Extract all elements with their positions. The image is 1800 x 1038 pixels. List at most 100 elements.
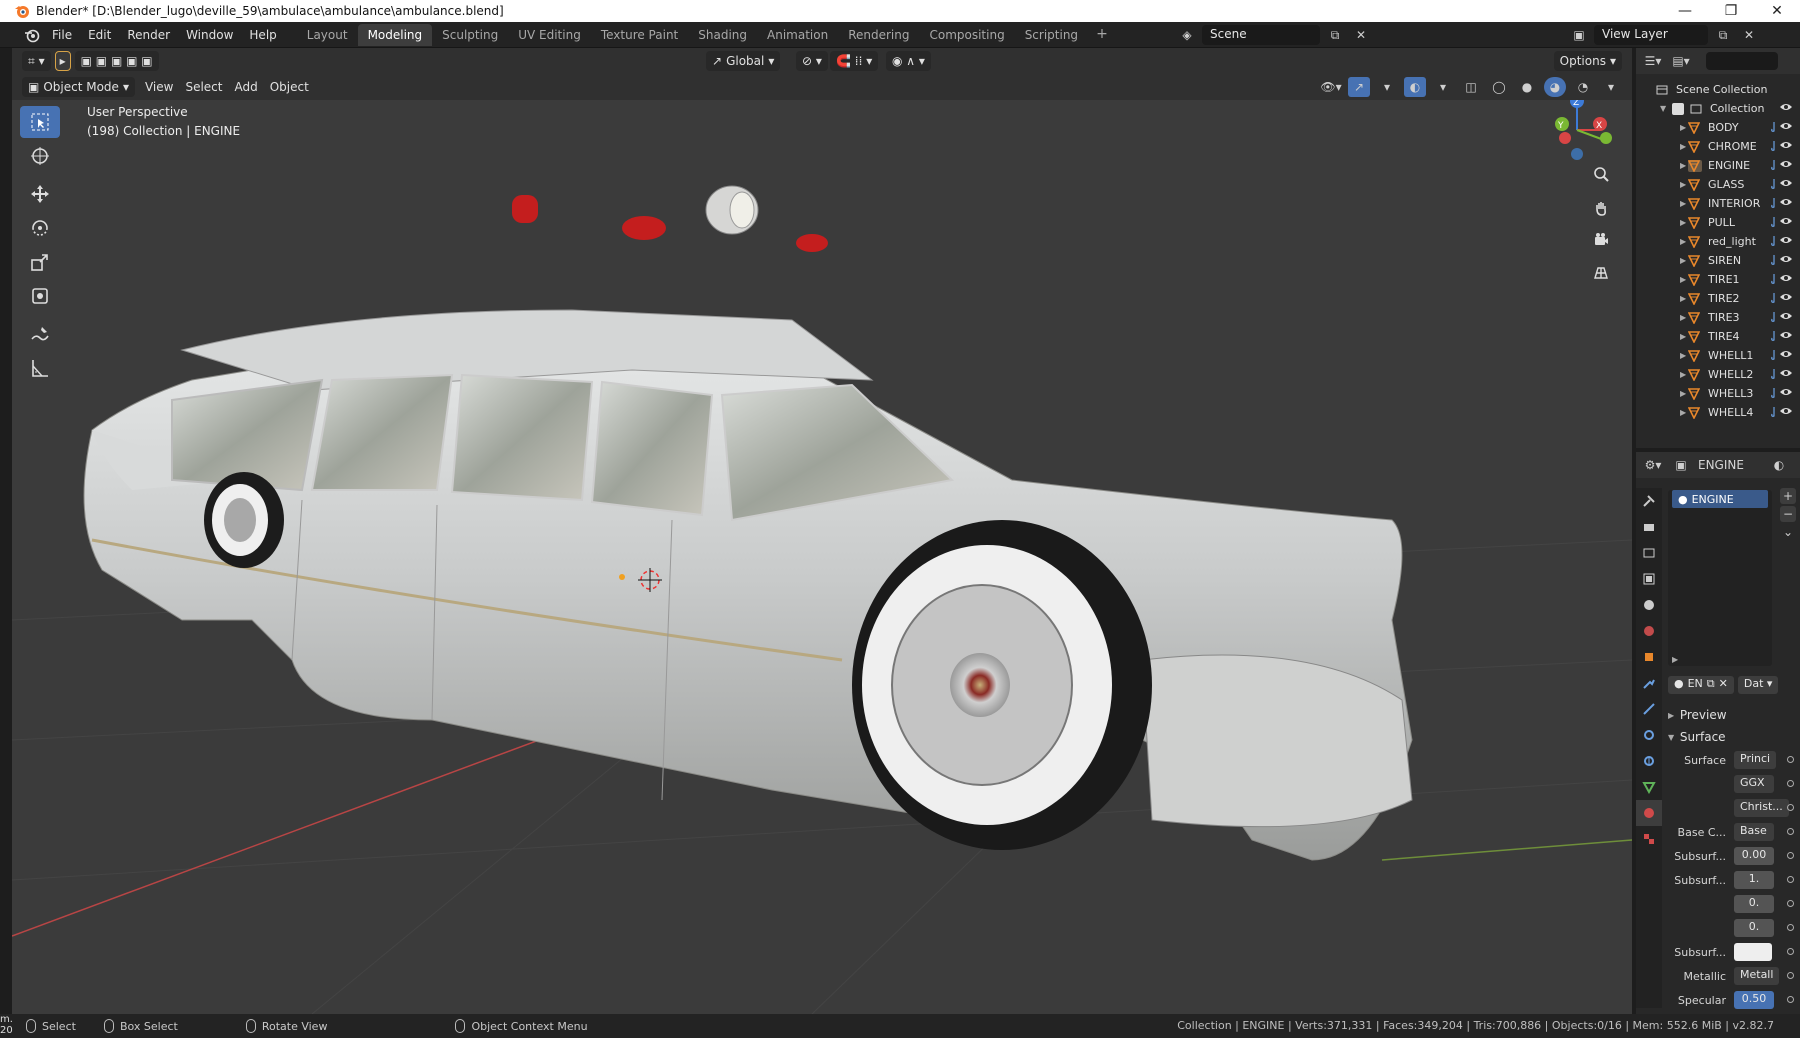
shading-dropdown-icon[interactable]: ▾ <box>1600 77 1622 97</box>
tree-object-whell3[interactable]: ▶ WHELL3 <box>1636 384 1800 403</box>
expand-triangle-icon[interactable]: ▼ <box>1660 104 1668 113</box>
property-value[interactable]: 0. <box>1734 895 1774 913</box>
eye-icon[interactable] <box>1780 273 1792 286</box>
tab-compositing[interactable]: Compositing <box>919 24 1014 46</box>
modifier-tab-icon[interactable] <box>1636 670 1662 696</box>
add-workspace-button[interactable]: + <box>1088 22 1116 46</box>
eye-icon[interactable] <box>1780 330 1792 343</box>
editor-type-button[interactable]: ⌗ ▾ <box>22 51 51 71</box>
tab-sculpting[interactable]: Sculpting <box>432 24 508 46</box>
object-mode-dropdown[interactable]: ▣ Object Mode ▾ <box>22 77 135 97</box>
menu-window[interactable]: Window <box>178 25 241 45</box>
snap-icon[interactable]: 🧲 ⁞⁞ ▾ <box>830 51 879 71</box>
remove-slot-button[interactable]: − <box>1780 506 1796 522</box>
collapsed-triangle-icon[interactable]: ▶ <box>1680 389 1688 398</box>
collapsed-triangle-icon[interactable]: ▶ <box>1680 180 1688 189</box>
eye-icon[interactable] <box>1780 349 1792 362</box>
socket-icon[interactable] <box>1787 852 1794 859</box>
collapsed-triangle-icon[interactable]: ▶ <box>1680 313 1688 322</box>
eye-icon[interactable] <box>1780 254 1792 267</box>
socket-icon[interactable] <box>1787 804 1794 811</box>
physics-tab-icon[interactable] <box>1636 722 1662 748</box>
socket-icon[interactable] <box>1787 900 1794 907</box>
data-tab-icon[interactable] <box>1636 774 1662 800</box>
eye-icon[interactable] <box>1780 159 1792 172</box>
view-layer-icon[interactable]: ▣ <box>1568 25 1590 45</box>
slot-specials-icon[interactable]: ⌄ <box>1780 524 1796 540</box>
minimize-button[interactable]: — <box>1662 0 1708 22</box>
tree-object-siren[interactable]: ▶ SIREN <box>1636 251 1800 270</box>
material-selector[interactable]: ● EN ⧉ ✕ <box>1668 676 1734 694</box>
visibility-icon[interactable]: 👁▾ <box>1320 77 1342 97</box>
property-value[interactable]: Christ... <box>1734 799 1789 817</box>
tab-scripting[interactable]: Scripting <box>1015 24 1088 46</box>
tab-layout[interactable]: Layout <box>297 24 358 46</box>
menu-object[interactable]: Object <box>264 78 315 96</box>
menu-edit[interactable]: Edit <box>80 25 119 45</box>
eye-icon[interactable] <box>1780 292 1792 305</box>
socket-icon[interactable] <box>1787 876 1794 883</box>
tree-object-interior[interactable]: ▶ INTERIOR <box>1636 194 1800 213</box>
collapsed-triangle-icon[interactable]: ▶ <box>1680 237 1688 246</box>
duplicate-material-icon[interactable]: ⧉ <box>1707 677 1715 693</box>
new-scene-icon[interactable]: ⧉ <box>1324 25 1346 45</box>
properties-editor-icon[interactable]: ⚙▾ <box>1642 455 1664 475</box>
collapsed-triangle-icon[interactable]: ▶ <box>1680 142 1688 151</box>
tree-object-whell2[interactable]: ▶ WHELL2 <box>1636 365 1800 384</box>
move-tool-icon[interactable] <box>20 178 60 210</box>
tool-tab-icon[interactable] <box>1636 488 1662 514</box>
menu-file[interactable]: File <box>44 25 80 45</box>
socket-icon[interactable] <box>1787 972 1794 979</box>
pan-view-icon[interactable] <box>1587 194 1615 222</box>
collapsed-triangle-icon[interactable]: ▶ <box>1680 123 1688 132</box>
collapsed-triangle-icon[interactable]: ▶ <box>1680 256 1688 265</box>
output-tab-icon[interactable] <box>1636 540 1662 566</box>
proportional-edit-icon[interactable]: ◉ ∧ ▾ <box>886 51 931 71</box>
tree-scene-collection[interactable]: Scene Collection <box>1636 80 1800 99</box>
eye-icon[interactable] <box>1780 102 1792 115</box>
socket-icon[interactable] <box>1787 996 1794 1003</box>
overlays-toggle-icon[interactable]: ◐ <box>1404 77 1426 97</box>
eye-icon[interactable] <box>1780 368 1792 381</box>
material-shading-icon[interactable]: ◕ <box>1544 77 1566 97</box>
measure-tool-icon[interactable] <box>20 352 60 384</box>
eye-icon[interactable] <box>1780 406 1792 419</box>
menu-help[interactable]: Help <box>241 25 284 45</box>
tree-object-whell1[interactable]: ▶ WHELL1 <box>1636 346 1800 365</box>
tree-object-pull[interactable]: ▶ PULL <box>1636 213 1800 232</box>
view-layer-tab-icon[interactable] <box>1636 566 1662 592</box>
tree-object-engine[interactable]: ▶ ENGINE <box>1636 156 1800 175</box>
annotate-tool-icon[interactable] <box>20 318 60 350</box>
ortho-toggle-icon[interactable] <box>1587 258 1615 286</box>
selection-mode-icons[interactable]: ▣ ▣ ▣ ▣ ▣ <box>74 51 159 71</box>
select-box-tool-icon[interactable] <box>20 106 60 138</box>
tree-object-tire2[interactable]: ▶ TIRE2 <box>1636 289 1800 308</box>
link-dropdown[interactable]: Dat ▾ <box>1737 676 1779 694</box>
eye-icon[interactable] <box>1780 140 1792 153</box>
collapsed-triangle-icon[interactable]: ▶ <box>1680 370 1688 379</box>
collapsed-triangle-icon[interactable]: ▶ <box>1680 408 1688 417</box>
3d-viewport[interactable]: Z X Y User Perspective (198) Collection … <box>12 100 1632 1014</box>
preview-panel-header[interactable]: ▶ Preview <box>1664 704 1800 726</box>
tree-object-red-light[interactable]: ▶ red_light <box>1636 232 1800 251</box>
texture-tab-icon[interactable] <box>1636 826 1662 852</box>
transform-tool-icon[interactable] <box>20 280 60 312</box>
collapsed-triangle-icon[interactable]: ▶ <box>1680 199 1688 208</box>
add-slot-button[interactable]: + <box>1780 488 1796 504</box>
collapsed-triangle-icon[interactable]: ▶ <box>1680 351 1688 360</box>
delete-view-layer-icon[interactable]: ✕ <box>1738 25 1760 45</box>
property-value[interactable]: Metall <box>1734 967 1780 985</box>
scene-tab-icon[interactable] <box>1636 592 1662 618</box>
select-tool-icon[interactable]: ▸ <box>54 51 71 71</box>
pivot-point-icon[interactable]: ⊘ ▾ <box>796 51 828 71</box>
menu-select[interactable]: Select <box>179 78 228 96</box>
tree-object-tire3[interactable]: ▶ TIRE3 <box>1636 308 1800 327</box>
eye-icon[interactable] <box>1780 216 1792 229</box>
new-view-layer-icon[interactable]: ⧉ <box>1712 25 1734 45</box>
color-swatch[interactable] <box>1734 943 1772 961</box>
socket-icon[interactable] <box>1787 948 1794 955</box>
tab-modeling[interactable]: Modeling <box>357 23 433 46</box>
transform-orientation-dropdown[interactable]: ↗ Global ▾ <box>706 51 781 71</box>
particles-tab-icon[interactable] <box>1636 696 1662 722</box>
tree-collection[interactable]: ▼ Collection <box>1636 99 1800 118</box>
